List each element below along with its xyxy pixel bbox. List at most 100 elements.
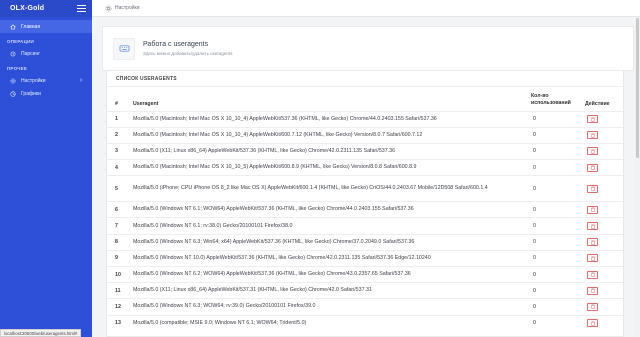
delete-button[interactable]: [587, 163, 598, 172]
sidebar-nav: Главная ОПЕРАЦИИ Парсинг ПРОЧЕЕ Настройк…: [0, 17, 92, 100]
table-row: 3 Mozilla/5.0 (X11; Linux x86_64) AppleWe…: [107, 142, 623, 160]
table-row: 12 Mozilla/5.0 (Windows NT 6.3; WOW64; rv…: [107, 298, 623, 316]
trash-icon: [590, 165, 595, 170]
breadcrumb[interactable]: Настройки: [115, 5, 140, 11]
table-row: 4 Mozilla/5.0 (Macintosh; Intel Mac OS X …: [107, 159, 623, 176]
trash-icon: [590, 288, 595, 294]
useragent-text: Mozilla/5.0 (iPhone; CPU iPhone OS 8_2 l…: [133, 185, 488, 192]
useragent-text: Mozilla/5.0 (Windows NT 6.3; Win64; x64)…: [133, 238, 415, 245]
home-icon: [10, 24, 16, 30]
delete-button[interactable]: [587, 115, 598, 124]
row-count: 0: [531, 314, 585, 332]
brand-bar: OLX-Gold: [0, 0, 92, 17]
delete-button[interactable]: [587, 222, 598, 231]
useragent-text: Mozilla/5.0 (Windows NT 6.1; WOW64) Appl…: [133, 206, 414, 213]
trash-icon: [590, 116, 595, 122]
trash-icon: [590, 239, 595, 245]
row-number: 12: [107, 298, 133, 316]
sidebar-section-operations: ОПЕРАЦИИ: [7, 39, 34, 44]
delete-button[interactable]: [587, 319, 598, 328]
table-row: 8 Mozilla/5.0 (Windows NT 6.3; Win64; x64…: [107, 233, 623, 251]
trash-icon: [590, 207, 595, 213]
table-row: 13 Mozilla/5.0 (compatible; MSIE 9.0; Win…: [107, 314, 623, 332]
useragent-text: Mozilla/5.0 (Macintosh; Intel Mac OS X 1…: [133, 115, 437, 122]
row-useragent: Mozilla/5.0 (Macintosh; Intel Mac OS X 1…: [133, 110, 531, 128]
row-useragent: Mozilla/5.0 (X11; Linux x86_64) AppleWeb…: [133, 282, 531, 299]
row-action: [585, 314, 623, 332]
row-action: [585, 159, 623, 176]
table-row: 9 Mozilla/5.0 (Windows NT 10.0) AppleWebK…: [107, 249, 623, 267]
row-action: [585, 217, 623, 235]
useragent-text: Mozilla/5.0 (X11; Linux x86_64) AppleWeb…: [133, 147, 396, 154]
brand-logo[interactable]: OLX-Gold: [10, 5, 44, 12]
status-url: localhost:20500/web/useragents.html#: [0, 329, 82, 337]
delete-button[interactable]: [587, 254, 598, 263]
page-subtitle: Здесь можно добавить/удалить useragents: [143, 51, 233, 56]
row-action: [585, 142, 623, 160]
trash-icon: [590, 149, 595, 154]
row-useragent: Mozilla/5.0 (Macintosh; Intel Mac OS X 1…: [133, 126, 531, 144]
card-title: СПИСОК USERAGENTS: [107, 71, 623, 87]
sidebar-item-label: Главная: [21, 23, 41, 30]
column-header-action: Действие: [585, 100, 610, 107]
column-header-count: Кол-во использований: [531, 92, 571, 106]
table-row: 11 Mozilla/5.0 (X11; Linux x86_64) AppleW…: [107, 282, 623, 299]
delete-button[interactable]: [587, 302, 598, 311]
trash-icon: [590, 133, 595, 138]
row-number: 6: [107, 201, 133, 218]
sidebar-item-home[interactable]: Главная: [0, 20, 92, 33]
useragent-text: Mozilla/5.0 (Macintosh; Intel Mac OS X 1…: [133, 131, 423, 138]
sidebar-item-charts[interactable]: Графики: [0, 87, 92, 100]
chart-icon: [10, 90, 16, 97]
sidebar: OLX-Gold Главная ОПЕРАЦИИ Парсинг ПРОЧЕЕ…: [0, 0, 92, 337]
row-action: [585, 126, 623, 144]
delete-button[interactable]: [587, 270, 598, 279]
useragent-text: Mozilla/5.0 (X11; Linux x86_64) AppleWeb…: [133, 287, 372, 294]
useragent-text: Mozilla/5.0 (Windows NT 10.0) AppleWebKi…: [133, 254, 431, 261]
delete-button[interactable]: [587, 238, 598, 247]
delete-button[interactable]: [587, 184, 598, 193]
delete-button[interactable]: [587, 147, 598, 156]
row-count: 0: [531, 233, 585, 251]
delete-button[interactable]: [587, 286, 598, 295]
row-count: 0: [531, 298, 585, 316]
row-number: 4: [107, 159, 133, 176]
sidebar-item-label: Парсинг: [21, 50, 41, 57]
trash-icon: [590, 223, 595, 229]
useragents-table: # Useragent Кол-во использований Действи…: [107, 87, 623, 332]
row-action: [585, 175, 623, 202]
row-action: [585, 249, 623, 267]
row-count: 0: [531, 217, 585, 235]
page-header: Работа с useragents Здесь можно добавить…: [102, 26, 634, 71]
delete-button[interactable]: [587, 131, 598, 140]
useragent-text: Mozilla/5.0 (Windows NT 6.2; WOW64) Appl…: [133, 271, 411, 278]
gear-icon: [10, 77, 16, 84]
table-row: 10 Mozilla/5.0 (Windows NT 6.2; WOW64) Ap…: [107, 265, 623, 283]
row-count: 0: [531, 201, 585, 218]
table-header-row: # Useragent Кол-во использований Действи…: [107, 87, 623, 111]
row-action: [585, 201, 623, 218]
scrollbar-thumb[interactable]: [636, 18, 639, 158]
row-number: 7: [107, 217, 133, 235]
row-useragent: Mozilla/5.0 (X11; Linux x86_64) AppleWeb…: [133, 142, 531, 160]
page-title: Работа с useragents: [143, 41, 209, 48]
trash-icon: [590, 321, 595, 326]
row-useragent: Mozilla/5.0 (Windows NT 6.1; WOW64) Appl…: [133, 201, 531, 218]
row-count: 0: [531, 265, 585, 283]
useragent-text: Mozilla/5.0 (Windows NT 6.1; rv:38.0) Ge…: [133, 222, 293, 229]
sidebar-item-parsing[interactable]: Парсинг: [0, 47, 92, 60]
sidebar-item-settings[interactable]: Настройки: [0, 74, 92, 87]
hamburger-icon[interactable]: [77, 5, 86, 12]
topbar: Настройки: [92, 0, 640, 17]
row-count: 0: [531, 126, 585, 144]
delete-button[interactable]: [587, 205, 598, 214]
row-count: 0: [531, 159, 585, 176]
row-number: 2: [107, 126, 133, 144]
sidebar-section-other: ПРОЧЕЕ: [7, 66, 28, 71]
row-useragent: Mozilla/5.0 (Windows NT 6.1; rv:38.0) Ge…: [133, 217, 531, 235]
row-number: 5: [107, 175, 133, 202]
row-action: [585, 298, 623, 316]
row-useragent: Mozilla/5.0 (Windows NT 10.0) AppleWebKi…: [133, 249, 531, 267]
row-count: 0: [531, 175, 585, 202]
row-useragent: Mozilla/5.0 (iPhone; CPU iPhone OS 8_2 l…: [133, 175, 531, 202]
